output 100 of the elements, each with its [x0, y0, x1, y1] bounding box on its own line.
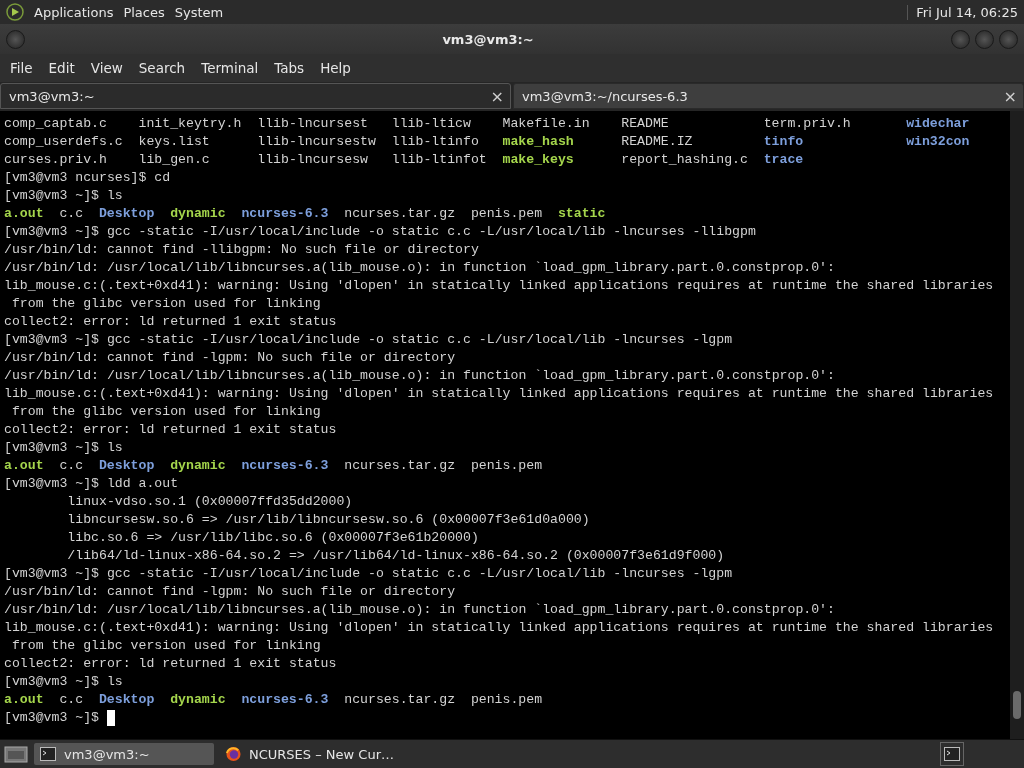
file-name: ncurses.tar.gz	[344, 457, 456, 475]
output-line: /usr/bin/ld: /usr/local/lib/libncurses.a(lib_mouse.o): in function `load_gpm_library.part.0.constprop.0':	[4, 259, 835, 277]
menu-item[interactable]: Search	[132, 60, 192, 76]
output-line: [vm3@vm3 ~]$ ls	[4, 673, 123, 691]
output-line: libncursesw.so.6 => /usr/lib/libncursesw.so.6 (0x00007f3e61d0a000)	[66, 511, 590, 529]
output-line: /lib64/ld-linux-x86-64.so.2 => /usr/lib64/ld-linux-x86-64.so.2 (0x00007f3e61d9f000)	[66, 547, 725, 565]
file-name: penis.pem	[470, 691, 543, 709]
close-tab-button[interactable]: ×	[490, 86, 504, 106]
output-line: /usr/bin/ld: cannot find -lgpm: No such file or directory	[4, 583, 456, 601]
file-name: ncurses-6.3	[241, 691, 329, 709]
file-name: penis.pem	[470, 457, 543, 475]
file-name: llib-lncursestw	[257, 133, 377, 151]
file-name: static	[557, 205, 606, 223]
file-name: report_hashing.c	[621, 151, 749, 169]
file-name: llib-lncursest	[257, 115, 370, 133]
output-line: collect2: error: ld returned 1 exit status	[4, 655, 337, 673]
file-name: a.out	[4, 691, 44, 709]
output-line: [vm3@vm3 ~]$ gcc -static -I/usr/local/include -o static c.c -L/usr/local/lib -lncurses -lgpm	[4, 565, 733, 583]
panel-menu[interactable]: Places	[123, 4, 165, 20]
file-name: c.c	[59, 457, 84, 475]
file-name: Desktop	[98, 457, 155, 475]
file-name: llib-lncursesw	[257, 151, 370, 169]
window-title: vm3@vm3:~	[441, 31, 535, 47]
file-name: keys.list	[138, 133, 211, 151]
panel-menu[interactable]: Applications	[34, 4, 114, 20]
output-line: from the glibc version used for linking	[10, 403, 321, 421]
file-name: dynamic	[170, 457, 226, 475]
output-line: collect2: error: ld returned 1 exit status	[4, 313, 337, 331]
output-line: from the glibc version used for linking	[10, 637, 321, 655]
file-name: dynamic	[170, 205, 226, 223]
browser-icon	[226, 746, 241, 762]
output-line: lib_mouse.c:(.text+0xd41): warning: Using 'dlopen' in statically linked applications requires at runtime the shared libraries	[4, 619, 994, 637]
window-menu-button[interactable]	[6, 29, 25, 49]
tab-label: vm3@vm3:~/ncurses-6.3	[522, 88, 689, 104]
menu-item[interactable]: Tabs	[268, 60, 311, 76]
menu-item[interactable]: Terminal	[195, 60, 265, 76]
file-name: term.priv.h	[763, 115, 852, 133]
cursor	[106, 710, 115, 726]
terminal-icon	[944, 747, 960, 761]
file-name: Desktop	[98, 691, 155, 709]
file-name: init_keytry.h	[138, 115, 243, 133]
file-name: c.c	[59, 205, 84, 223]
file-name: a.out	[4, 205, 44, 223]
menu-item[interactable]: Edit	[42, 60, 81, 76]
file-name: lib_gen.c	[138, 151, 211, 169]
output-line: /usr/bin/ld: cannot find -llibgpm: No such file or directory	[4, 241, 479, 259]
taskbar-item[interactable]: vm3@vm3:~	[34, 743, 214, 765]
file-name: llib-ltinfot	[391, 151, 488, 169]
taskbar-label: NCURSES – New Cur…	[249, 746, 394, 762]
output-line: [vm3@vm3 ~]$ gcc -static -I/usr/local/include -o static c.c -L/usr/local/lib -lncurses -llibgpm	[4, 223, 756, 241]
desktop-icon[interactable]	[4, 744, 28, 764]
output-line: /usr/bin/ld: cannot find -lgpm: No such file or directory	[4, 349, 456, 367]
menu-item[interactable]: View	[84, 60, 129, 76]
file-name: Desktop	[98, 205, 155, 223]
file-name: comp_userdefs.c	[4, 133, 124, 151]
file-name: ncurses.tar.gz	[344, 205, 456, 223]
file-name: c.c	[59, 691, 84, 709]
file-name: ncurses-6.3	[241, 457, 329, 475]
output-line: linux-vdso.so.1 (0x00007ffd35dd2000)	[66, 493, 353, 511]
minimize-button[interactable]	[951, 29, 970, 49]
output-line: /usr/bin/ld: /usr/local/lib/libncurses.a(lib_mouse.o): in function `load_gpm_library.part.0.constprop.0':	[4, 601, 835, 619]
file-name: README.IZ	[621, 133, 694, 151]
terminal-icon	[40, 747, 56, 761]
file-name: curses.priv.h	[4, 151, 108, 169]
tab-label: vm3@vm3:~	[9, 88, 96, 104]
output-line: lib_mouse.c:(.text+0xd41): warning: Using 'dlopen' in statically linked applications requires at runtime the shared libraries	[4, 385, 994, 403]
file-name: dynamic	[170, 691, 226, 709]
prompt: [vm3@vm3 ~]$	[4, 709, 99, 727]
tab[interactable]: vm3@vm3:~ ×	[0, 83, 511, 109]
file-name: llib-lticw	[391, 115, 472, 133]
menu-item[interactable]: File	[4, 60, 39, 76]
file-name: widechar	[906, 115, 971, 133]
file-name: make_hash	[502, 133, 575, 151]
panel-menu[interactable]: System	[174, 4, 224, 20]
file-name: ncurses-6.3	[241, 205, 329, 223]
file-name: win32con	[906, 133, 971, 151]
output-line: [vm3@vm3 ~]$ ldd a.out	[4, 475, 179, 493]
file-name: ncurses.tar.gz	[344, 691, 456, 709]
file-name: make_keys	[502, 151, 575, 169]
menu-item[interactable]: Help	[314, 60, 357, 76]
file-name: trace	[763, 151, 805, 169]
taskbar-item[interactable]: NCURSES – New Cur…	[220, 743, 400, 765]
show-terminal-button[interactable]	[940, 742, 964, 766]
output-line: [vm3@vm3 ~]$ ls	[4, 439, 123, 457]
file-name: llib-ltinfo	[391, 133, 480, 151]
file-name: a.out	[4, 457, 44, 475]
clock: Fri Jul 14, 06:25	[907, 4, 1018, 20]
file-name: Makefile.in	[502, 115, 591, 133]
play-logo-icon	[6, 3, 24, 21]
scrollbar-thumb[interactable]	[1013, 691, 1021, 719]
file-name: comp_captab.c	[4, 115, 108, 133]
close-button[interactable]	[999, 29, 1018, 49]
file-name: tinfo	[763, 133, 805, 151]
close-tab-button[interactable]: ×	[1003, 86, 1017, 106]
output-line: [vm3@vm3 ~]$ ls	[4, 187, 123, 205]
file-name: README	[621, 115, 670, 133]
scrollbar[interactable]	[1010, 111, 1024, 739]
output-line: [vm3@vm3 ~]$ gcc -static -I/usr/local/include -o static c.c -L/usr/local/lib -lncurses -lgpm	[4, 331, 733, 349]
maximize-button[interactable]	[975, 29, 994, 49]
tab[interactable]: vm3@vm3:~/ncurses-6.3 ×	[513, 83, 1024, 109]
